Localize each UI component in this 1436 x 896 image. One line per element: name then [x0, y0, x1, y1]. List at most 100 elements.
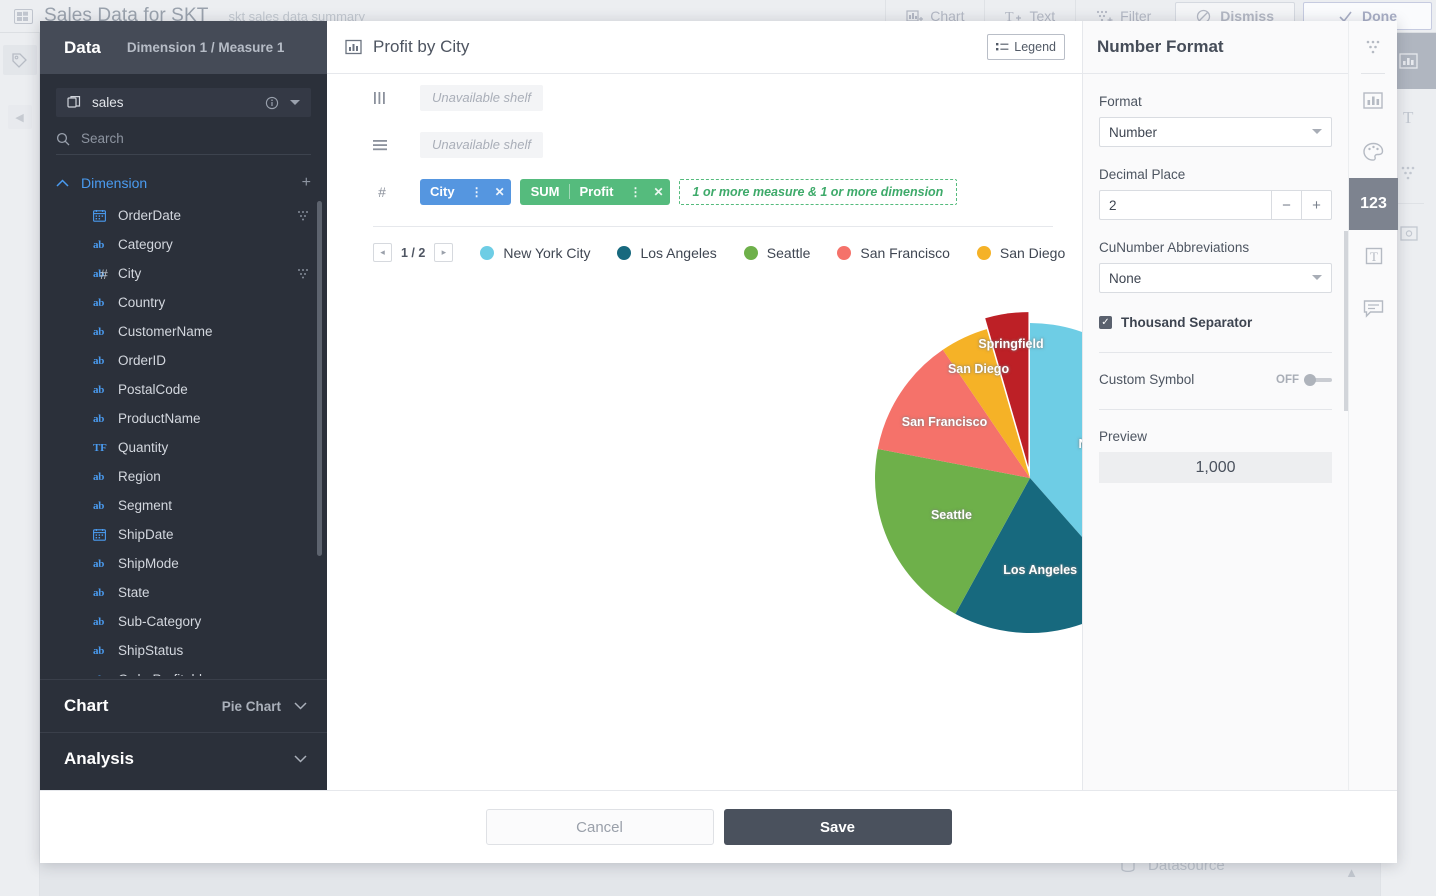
field-type-icon: ab	[93, 499, 105, 512]
field-item[interactable]: ab Category	[40, 230, 327, 259]
field-item[interactable]: ab OrderProfitable	[40, 665, 327, 676]
rail-bar-chart-icon[interactable]	[1349, 74, 1398, 126]
drop-target-hint[interactable]: 1 or more measure & 1 or more dimension	[678, 178, 958, 205]
legend-item[interactable]: San Francisco	[837, 245, 950, 261]
pie-slice-label: Springfield	[978, 337, 1044, 352]
columns-shelf-placeholder[interactable]: Unavailable shelf	[420, 84, 544, 111]
custom-symbol-row[interactable]: Custom Symbol OFF	[1099, 372, 1332, 387]
pie-chart[interactable]: New York CityLos AngelesSeattleSan Franc…	[327, 262, 1161, 702]
field-item[interactable]: OrderDate	[40, 201, 327, 230]
field-list[interactable]: OrderDate ab Category # ab City ab Country ab Cus…	[40, 201, 327, 676]
field-item[interactable]: # ab City	[40, 259, 327, 288]
field-item[interactable]: ab OrderID	[40, 346, 327, 375]
decimal-increment-button[interactable]: +	[1302, 190, 1332, 220]
cancel-button[interactable]: Cancel	[485, 809, 714, 845]
format-select[interactable]: Number	[1099, 117, 1332, 147]
legend-prev-button[interactable]: ◂	[373, 243, 392, 262]
legend-item[interactable]: Los Angeles	[617, 245, 717, 261]
legend-item[interactable]: San Diego	[976, 245, 1065, 261]
field-item[interactable]: ab Sub-Category	[40, 607, 327, 636]
rows-shelf-placeholder[interactable]: Unavailable shelf	[420, 131, 544, 158]
field-options-icon[interactable]	[297, 268, 311, 279]
date-icon	[93, 528, 109, 541]
rail-comment-icon[interactable]	[1349, 282, 1398, 334]
preview-label: Preview	[1099, 429, 1148, 444]
thousand-separator-row[interactable]: ✓ Thousand Separator	[1099, 315, 1332, 330]
field-name: ShipStatus	[118, 643, 184, 658]
field-type-icon: ab	[93, 470, 105, 483]
info-icon[interactable]	[265, 96, 279, 110]
hash-icon: #	[378, 183, 386, 200]
data-panel-header: Data Dimension 1 / Measure 1	[40, 21, 327, 74]
chart-title: Profit by City	[373, 37, 470, 56]
legend-item-label: Seattle	[766, 244, 811, 261]
field-item[interactable]: ab PostalCode	[40, 375, 327, 404]
chevron-down-icon	[1312, 275, 1322, 281]
dimension-header[interactable]: Dimension +	[56, 174, 311, 192]
pill-remove-icon[interactable]: ✕	[647, 185, 669, 199]
field-item[interactable]: ab Region	[40, 462, 327, 491]
chart-canvas-panel: Profit by City Legend Unavailable shelf	[327, 21, 1161, 790]
abbreviations-select[interactable]: None	[1099, 263, 1332, 293]
pie-slice-label: Los Angeles	[1003, 563, 1078, 578]
decimal-decrement-button[interactable]: −	[1272, 190, 1302, 220]
pie-chart-svg[interactable]	[327, 262, 1082, 702]
legend-toggle-button[interactable]: Legend	[987, 34, 1065, 60]
chart-section[interactable]: Chart Pie Chart	[40, 679, 327, 732]
add-dimension-icon[interactable]: +	[302, 174, 311, 192]
datasource-selector[interactable]: sales	[56, 88, 311, 117]
legend-next-button[interactable]: ▸	[434, 243, 454, 262]
field-name: Sub-Category	[118, 614, 202, 629]
field-item[interactable]: ab ProductName	[40, 404, 327, 433]
legend-row: ◂ 1 / 2 ▸ New York City Los Angeles Seattl…	[327, 227, 1082, 262]
pill-profit[interactable]: SUM Profit ⋮ ✕	[519, 178, 670, 205]
columns-icon	[373, 91, 391, 104]
field-item[interactable]: ab ShipMode	[40, 549, 327, 578]
legend-item[interactable]: Seattle	[743, 244, 811, 261]
field-item[interactable]: ab State	[40, 578, 327, 607]
custom-symbol-label: Custom Symbol	[1099, 372, 1195, 387]
rail-text-box-icon[interactable]: T	[1349, 230, 1398, 282]
rail-filter-dots-icon[interactable]	[1349, 21, 1398, 73]
custom-symbol-toggle[interactable]	[1304, 373, 1332, 386]
pill-city-label: City	[430, 184, 455, 199]
search-row[interactable]	[56, 131, 311, 155]
tag-icon[interactable]	[2, 45, 37, 75]
collapse-left-icon[interactable]: ◀	[7, 105, 32, 129]
field-name: OrderProfitable	[118, 672, 210, 676]
field-name: OrderDate	[118, 208, 182, 223]
data-panel: Data Dimension 1 / Measure 1 sales Searc…	[40, 21, 327, 863]
rail-number-format-button[interactable]: 123	[1349, 178, 1398, 230]
field-list-scrollbar[interactable]	[317, 201, 322, 556]
chevron-down-icon[interactable]	[294, 755, 307, 763]
decimal-place-value[interactable]: 2	[1099, 190, 1272, 220]
pill-remove-icon[interactable]: ✕	[489, 185, 511, 199]
pill-city[interactable]: City ⋮ ✕	[420, 178, 511, 205]
measure-shelf-row: # City ⋮ ✕ SUM Profit ⋮ ✕ 1 or more meas…	[327, 168, 1082, 215]
save-button[interactable]: Save	[723, 809, 952, 845]
field-name: Segment	[118, 498, 173, 513]
field-name: CustomerName	[118, 324, 213, 339]
legend-item[interactable]: New York City	[480, 245, 590, 261]
field-item[interactable]: ab ShipStatus	[40, 636, 327, 665]
field-options-icon[interactable]	[297, 210, 311, 221]
field-item[interactable]: ab Segment	[40, 491, 327, 520]
field-item[interactable]: ab Country	[40, 288, 327, 317]
chevron-down-icon[interactable]	[294, 702, 307, 710]
field-item[interactable]: ShipDate	[40, 520, 327, 549]
rail-palette-icon[interactable]	[1349, 126, 1398, 178]
pill-menu-icon[interactable]: ⋮	[623, 185, 647, 199]
search-icon	[56, 132, 70, 146]
pill-menu-icon[interactable]: ⋮	[465, 185, 489, 199]
datasource-name: sales	[92, 95, 124, 110]
field-item[interactable]: TF Quantity	[40, 433, 327, 462]
field-type-icon: ab	[93, 383, 105, 396]
decimal-place-stepper[interactable]: 2 − +	[1099, 190, 1332, 220]
search-input[interactable]	[81, 131, 281, 146]
thousand-separator-checkbox[interactable]: ✓	[1099, 316, 1112, 329]
field-item[interactable]: ab CustomerName	[40, 317, 327, 346]
analysis-section[interactable]: Analysis	[40, 732, 327, 785]
datasource-collapse-icon[interactable]: ▲	[1345, 865, 1358, 880]
legend-color-dot	[617, 245, 632, 260]
chevron-down-icon[interactable]	[290, 99, 300, 106]
